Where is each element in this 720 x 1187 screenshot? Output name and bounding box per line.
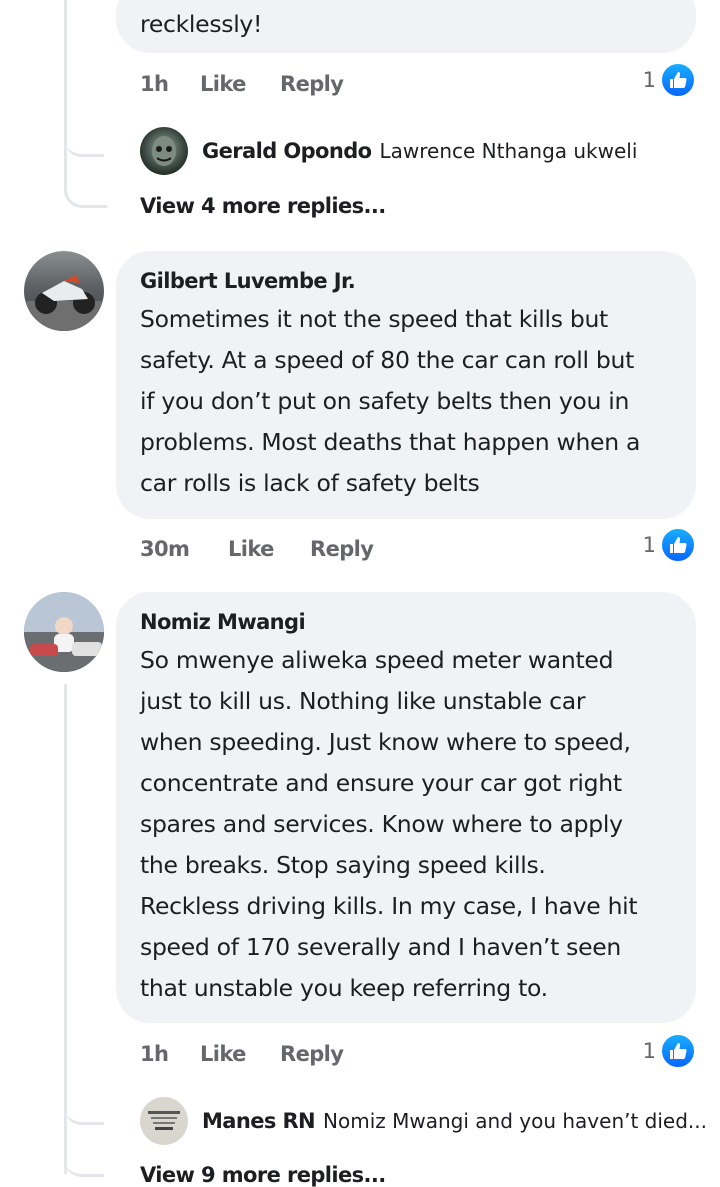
reply-author[interactable]: Manes RN <box>202 1109 316 1133</box>
reaction-summary[interactable]: 1 <box>642 1033 696 1069</box>
comment-line: if you don’t put on safety belts then yo… <box>140 387 630 415</box>
comment-line: that unstable you keep referring to. <box>140 974 548 1002</box>
like-button[interactable]: Like <box>228 537 310 561</box>
comment-line: Reckless driving kills. In my case, I ha… <box>140 892 638 920</box>
reaction-summary[interactable]: 1 <box>642 527 696 563</box>
comment-timestamp: 1h <box>140 1042 169 1066</box>
avatar[interactable] <box>24 251 104 331</box>
reply-button[interactable]: Reply <box>280 1042 344 1066</box>
comment-timestamp: 1h <box>140 72 169 96</box>
comment-line: when speeding. Just know where to speed, <box>140 728 631 756</box>
comment-line: car rolls is lack of safety belts <box>140 469 480 497</box>
thread-connector <box>64 0 107 208</box>
comment-bubble: Gilbert Luvembe Jr. Sometimes it not the… <box>116 251 696 519</box>
thread-connector <box>64 1140 104 1177</box>
comment-text: recklessly! <box>140 10 263 38</box>
avatar[interactable] <box>140 1097 188 1145</box>
comment-line: the breaks. Stop saying speed kills. <box>140 851 546 879</box>
reply-item[interactable]: Gerald Opondo Lawrence Nthanga ukweli <box>140 127 637 175</box>
comment-actions: 30m Like Reply <box>140 533 374 565</box>
reaction-count: 1 <box>642 1039 656 1063</box>
comment-line: safety. At a speed of 80 the car can rol… <box>140 346 635 374</box>
reply-connector <box>64 118 104 157</box>
reply-connector <box>64 1086 104 1125</box>
avatar[interactable] <box>24 592 104 672</box>
comment-line: spares and services. Know where to apply <box>140 810 623 838</box>
reply-text: Lawrence Nthanga ukweli <box>379 139 638 163</box>
reply-text: Nomiz Mwangi and you haven’t died... <box>323 1109 707 1133</box>
comment-actions: 1h Like Reply <box>140 68 344 100</box>
reply-button[interactable]: Reply <box>310 537 374 561</box>
comment-bubble: Nomiz Mwangi So mwenye aliweka speed met… <box>116 592 696 1023</box>
reply-item[interactable]: Manes RN Nomiz Mwangi and you haven’t di… <box>140 1097 707 1145</box>
reaction-summary[interactable]: 1 <box>642 62 696 98</box>
comment-author[interactable]: Nomiz Mwangi <box>140 610 672 634</box>
reaction-count: 1 <box>642 533 656 557</box>
comment-author[interactable]: Gilbert Luvembe Jr. <box>140 269 672 293</box>
reply-button[interactable]: Reply <box>280 72 344 96</box>
comment-bubble: recklessly! <box>116 0 696 53</box>
comment-text: Sometimes it not the speed that kills bu… <box>140 299 672 504</box>
view-more-replies-link[interactable]: View 4 more replies... <box>140 194 386 218</box>
comment-line: just to kill us. Nothing like unstable c… <box>140 687 586 715</box>
comment-line: So mwenye aliweka speed meter wanted <box>140 646 614 674</box>
comment-line: concentrate and ensure your car got righ… <box>140 769 622 797</box>
thumbs-up-icon <box>660 1033 696 1069</box>
reply-author[interactable]: Gerald Opondo <box>202 139 372 163</box>
comment-line: problems. Most deaths that happen when a <box>140 428 641 456</box>
thumbs-up-icon <box>660 527 696 563</box>
reaction-count: 1 <box>642 68 656 92</box>
avatar[interactable] <box>140 127 188 175</box>
comment-line: Sometimes it not the speed that kills bu… <box>140 305 608 333</box>
comment-actions: 1h Like Reply <box>140 1038 344 1070</box>
like-button[interactable]: Like <box>200 1042 280 1066</box>
comment-line: speed of 170 severally and I haven’t see… <box>140 933 622 961</box>
view-more-replies-link[interactable]: View 9 more replies... <box>140 1163 386 1187</box>
like-button[interactable]: Like <box>200 72 280 96</box>
comment-text: So mwenye aliweka speed meter wanted jus… <box>140 640 672 1009</box>
comment-timestamp: 30m <box>140 537 190 561</box>
thumbs-up-icon <box>660 62 696 98</box>
